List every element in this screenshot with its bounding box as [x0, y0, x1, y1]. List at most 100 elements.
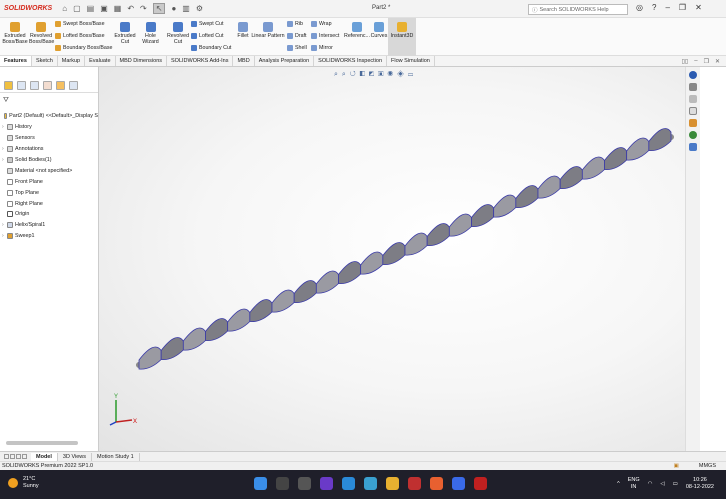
more-tabs-icon[interactable]	[69, 81, 78, 90]
swept-cut-button[interactable]: Swept Cut	[191, 21, 223, 27]
helix-flight-segment[interactable]	[182, 327, 206, 351]
tree-item-annotations[interactable]: › Annotations	[2, 144, 98, 155]
fillet-button[interactable]: Fillet	[235, 22, 251, 39]
helix-flight-segment[interactable]	[648, 128, 672, 152]
battery-icon[interactable]: ▭	[673, 481, 678, 488]
swept-boss-button[interactable]: Swept Boss/Base	[55, 21, 105, 27]
mirror-button[interactable]: Mirror	[311, 45, 333, 51]
helix-flight-segment[interactable]	[404, 232, 428, 256]
rib-button[interactable]: Rib	[287, 21, 303, 27]
reference-geometry-button[interactable]: Referenc...	[344, 22, 370, 39]
tree-item-helix-spiral[interactable]: › Helix/Spiral1	[2, 220, 98, 231]
tab-motion-study[interactable]: Motion Study 1	[92, 452, 140, 461]
previous-view-icon[interactable]: ↺	[350, 71, 357, 78]
revolved-boss-button[interactable]: Revolved Boss/Base	[29, 22, 54, 45]
tab-mbd[interactable]: MBD	[233, 56, 255, 66]
edit-appearance-icon[interactable]: ◈	[397, 71, 405, 78]
tab-evaluate[interactable]: Evaluate	[85, 56, 116, 66]
file-explorer-icon[interactable]	[689, 95, 697, 103]
extruded-boss-button[interactable]: Extruded Boss/Base	[2, 22, 28, 45]
solidworks-resources-icon[interactable]	[689, 71, 697, 79]
tab-markup[interactable]: Markup	[58, 56, 86, 66]
linear-pattern-button[interactable]: Linear Pattern	[251, 22, 285, 39]
tab-solidworks-add-ins[interactable]: SOLIDWORKS Add-Ins	[167, 56, 234, 66]
helix-flight-segment[interactable]	[493, 194, 517, 218]
chat-icon[interactable]	[320, 477, 333, 490]
hole-wizard-button[interactable]: Hole Wizard	[137, 22, 164, 45]
restore-icon[interactable]: ❐	[679, 3, 686, 12]
redo-icon[interactable]: ↷	[140, 4, 147, 13]
instant3d-button[interactable]: Instant3D	[388, 18, 416, 56]
tab-flow-simulation[interactable]: Flow Simulation	[387, 56, 435, 66]
dimxpert-tab-icon[interactable]	[43, 81, 52, 90]
boundary-cut-button[interactable]: Boundary Cut	[191, 45, 231, 51]
helix-flight-segment[interactable]	[559, 166, 583, 190]
clock[interactable]: 10:26 08-12-2022	[686, 477, 714, 491]
tab-features[interactable]: Features	[0, 56, 32, 66]
helix-flight-segment[interactable]	[315, 270, 339, 294]
doc-restore-icon[interactable]: ❐	[704, 58, 709, 65]
rebuild-status-icon[interactable]: ▣	[674, 463, 679, 469]
tab-analysis-preparation[interactable]: Analysis Preparation	[255, 56, 315, 66]
helix-flight-segment[interactable]	[382, 242, 406, 266]
minimize-icon[interactable]: –	[665, 3, 669, 12]
doc-minimize-icon[interactable]: –	[694, 58, 697, 65]
appearances-icon[interactable]	[689, 119, 697, 127]
tab-sketch[interactable]: Sketch	[32, 56, 58, 66]
display-style-icon[interactable]: ▣	[378, 71, 384, 78]
draft-button[interactable]: Draft	[287, 33, 306, 39]
windows-start-icon[interactable]	[254, 477, 267, 490]
hide-show-icon[interactable]: ◉	[387, 71, 394, 78]
save-icon[interactable]: ▣	[100, 4, 108, 13]
lofted-cut-button[interactable]: Lofted Cut	[191, 33, 223, 39]
last-tab-icon[interactable]	[22, 454, 27, 459]
tree-item-material[interactable]: Material <not specified>	[2, 165, 98, 176]
tile-icon[interactable]: ▯▯	[682, 58, 689, 65]
tray-overflow-icon[interactable]: ^	[617, 481, 620, 488]
home-icon[interactable]: ⌂	[62, 4, 67, 13]
tab-3d-views[interactable]: 3D Views	[58, 452, 93, 461]
help-search-input[interactable]: ⓘ Search SOLIDWORKS Help	[528, 4, 628, 15]
lofted-boss-button[interactable]: Lofted Boss/Base	[55, 33, 105, 39]
section-view-icon[interactable]: ◧	[360, 71, 366, 78]
extruded-cut-button[interactable]: Extruded Cut	[113, 22, 137, 45]
view-palette-icon[interactable]	[689, 107, 697, 115]
helix-flight-segment[interactable]	[604, 147, 628, 171]
shell-button[interactable]: Shell	[287, 45, 307, 51]
zoom-to-fit-icon[interactable]: ⌕	[334, 71, 339, 78]
helix-flight-segment[interactable]	[471, 204, 495, 228]
configuration-manager-tab-icon[interactable]	[30, 81, 39, 90]
helix-flight-segment[interactable]	[360, 251, 384, 275]
helix-flight-segment[interactable]	[626, 137, 650, 161]
office-icon[interactable]	[408, 477, 421, 490]
feature-tree-scrollbar[interactable]	[6, 441, 78, 445]
new-document-icon[interactable]: ▢	[73, 4, 81, 13]
custom-properties-icon[interactable]	[689, 131, 697, 139]
helix-flight-segment[interactable]	[205, 318, 229, 342]
property-manager-tab-icon[interactable]	[17, 81, 26, 90]
revolved-cut-button[interactable]: Revolved Cut	[166, 22, 190, 45]
print-icon[interactable]: ▦	[114, 4, 122, 13]
weather-widget[interactable]: 21°C Sunny	[8, 476, 39, 490]
helical-sweep-model[interactable]	[136, 128, 674, 370]
solidworks-taskbar-icon[interactable]	[474, 477, 487, 490]
helix-flight-segment[interactable]	[448, 213, 472, 237]
close-icon[interactable]: ✕	[695, 3, 702, 12]
boundary-boss-button[interactable]: Boundary Boss/Base	[55, 45, 112, 51]
next-tab-icon[interactable]	[16, 454, 21, 459]
file-properties-icon[interactable]: ▥	[182, 4, 190, 13]
tree-item-sensors[interactable]: Sensors	[2, 133, 98, 144]
helix-flight-segment[interactable]	[338, 261, 362, 285]
tab-model[interactable]: Model	[31, 452, 58, 461]
helix-flight-segment[interactable]	[537, 175, 561, 199]
prev-tab-icon[interactable]	[10, 454, 15, 459]
helix-flight-segment[interactable]	[227, 308, 251, 332]
model-canvas[interactable]: X Y	[99, 67, 685, 451]
tree-item-top-plane[interactable]: Top Plane	[2, 187, 98, 198]
undo-icon[interactable]: ↶	[127, 4, 134, 13]
first-tab-icon[interactable]	[4, 454, 9, 459]
helix-flight-segment[interactable]	[271, 289, 295, 313]
volume-icon[interactable]: ◁	[660, 481, 664, 488]
wifi-icon[interactable]: ◠	[648, 481, 653, 488]
tree-item-origin[interactable]: Origin	[2, 209, 98, 220]
